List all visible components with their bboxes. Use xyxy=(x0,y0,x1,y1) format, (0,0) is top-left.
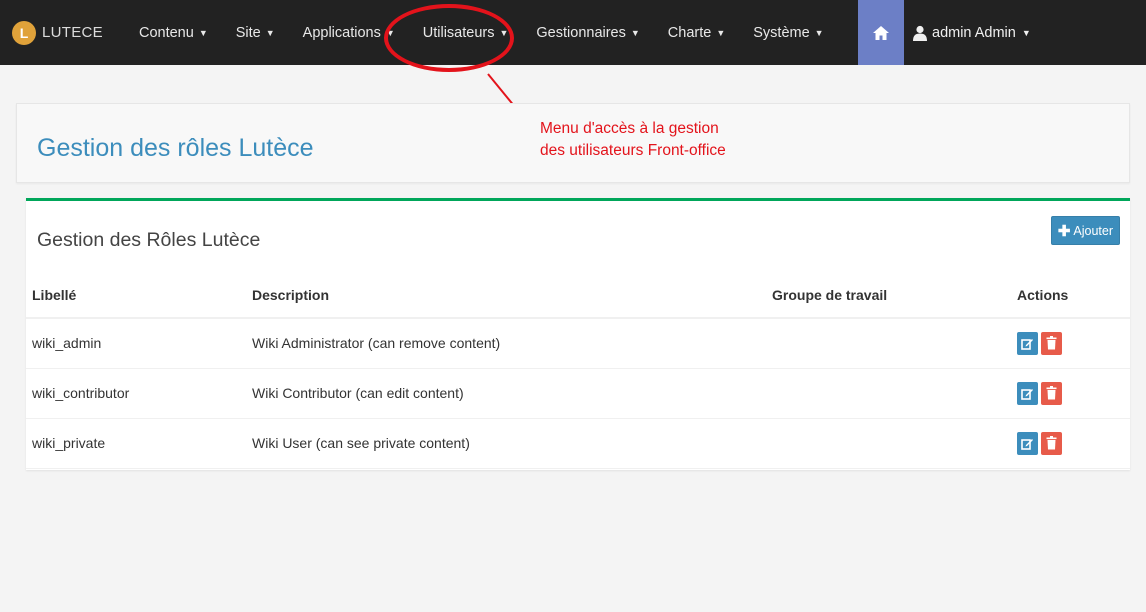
role-actions xyxy=(1017,318,1130,369)
column-header-label: Libellé xyxy=(26,273,252,319)
caret-down-icon: ▼ xyxy=(499,27,509,38)
delete-role-button[interactable] xyxy=(1041,331,1062,355)
home-button[interactable] xyxy=(858,0,904,65)
roles-table: Libellé Description Groupe de travail Ac… xyxy=(26,273,1130,469)
user-menu-label: admin Admin xyxy=(932,24,1016,41)
caret-down-icon: ▼ xyxy=(814,27,824,38)
trash-icon xyxy=(1046,436,1057,450)
edit-role-button[interactable] xyxy=(1017,331,1038,355)
home-icon xyxy=(873,25,889,40)
column-header-description: Description xyxy=(252,273,772,319)
role-group xyxy=(772,418,1017,469)
annotation-line-1: Menu d'accès à la gestion xyxy=(540,120,719,137)
role-label: wiki_private xyxy=(26,418,252,469)
table-row: wiki_private Wiki User (can see private … xyxy=(26,418,1130,469)
lutece-logo-icon: L xyxy=(12,20,36,45)
caret-down-icon: ▼ xyxy=(265,27,275,38)
nav-menu-gestionnaires[interactable]: Gestionnaires ▼ xyxy=(522,0,653,65)
caret-down-icon: ▼ xyxy=(1021,27,1031,38)
role-label: wiki_admin xyxy=(26,318,252,369)
nav-menu-applications[interactable]: Applications ▼ xyxy=(289,0,409,65)
table-row: wiki_contributor Wiki Contributor (can e… xyxy=(26,368,1130,419)
page-title: Gestion des rôles Lutèce xyxy=(37,134,314,162)
delete-role-button[interactable] xyxy=(1041,431,1062,455)
caret-down-icon: ▼ xyxy=(198,27,208,38)
annotation-text: Menu d'accès à la gestion des utilisateu… xyxy=(540,118,726,162)
edit-icon xyxy=(1021,338,1033,350)
annotation-line-2: des utilisateurs Front-office xyxy=(540,142,726,159)
role-description: Wiki Contributor (can edit content) xyxy=(252,368,772,419)
role-description: Wiki User (can see private content) xyxy=(252,418,772,469)
box-title: Gestion des Rôles Lutèce xyxy=(37,229,261,251)
delete-role-button[interactable] xyxy=(1041,381,1062,405)
nav-menu-label: Site xyxy=(235,24,261,41)
user-icon xyxy=(913,25,927,41)
trash-icon xyxy=(1046,336,1057,350)
edit-role-button[interactable] xyxy=(1017,381,1038,405)
role-group xyxy=(772,318,1017,369)
brand-link[interactable]: L LUTECE xyxy=(0,0,125,65)
add-role-button[interactable]: ✚ Ajouter xyxy=(1050,216,1120,245)
table-row: wiki_admin Wiki Administrator (can remov… xyxy=(26,318,1130,369)
nav-menu-label: Applications xyxy=(302,24,381,41)
roles-box: Gestion des Rôles Lutèce ✚ Ajouter Libel… xyxy=(26,198,1130,470)
nav-menu-label: Système xyxy=(753,24,810,41)
nav-menu-site[interactable]: Site ▼ xyxy=(222,0,289,65)
caret-down-icon: ▼ xyxy=(716,27,726,38)
nav-menu-label: Utilisateurs xyxy=(422,24,495,41)
user-menu[interactable]: admin Admin ▼ xyxy=(912,0,1031,65)
nav-menu-utilisateurs[interactable]: Utilisateurs ▼ xyxy=(409,0,523,65)
nav-menu-charte[interactable]: Charte ▼ xyxy=(654,0,739,65)
nav-menu-label: Contenu xyxy=(138,24,194,41)
brand-text: LUTECE xyxy=(42,24,103,41)
nav-menu-contenu[interactable]: Contenu ▼ xyxy=(125,0,222,65)
caret-down-icon: ▼ xyxy=(630,27,640,38)
role-label: wiki_contributor xyxy=(26,368,252,419)
nav-menu-label: Charte xyxy=(667,24,712,41)
column-header-group: Groupe de travail xyxy=(772,273,1017,319)
edit-role-button[interactable] xyxy=(1017,431,1038,455)
caret-down-icon: ▼ xyxy=(385,27,395,38)
role-actions xyxy=(1017,368,1130,419)
plus-icon: ✚ xyxy=(1057,222,1071,240)
nav-menu-label: Gestionnaires xyxy=(536,24,626,41)
role-group xyxy=(772,368,1017,419)
edit-icon xyxy=(1021,438,1033,450)
nav-menu-systeme[interactable]: Système ▼ xyxy=(739,0,837,65)
edit-icon xyxy=(1021,388,1033,400)
table-header-row: Libellé Description Groupe de travail Ac… xyxy=(26,273,1130,319)
column-header-actions: Actions xyxy=(1017,273,1130,319)
role-actions xyxy=(1017,418,1130,469)
add-button-label: Ajouter xyxy=(1073,223,1113,238)
role-description: Wiki Administrator (can remove content) xyxy=(252,318,772,369)
trash-icon xyxy=(1046,386,1057,400)
